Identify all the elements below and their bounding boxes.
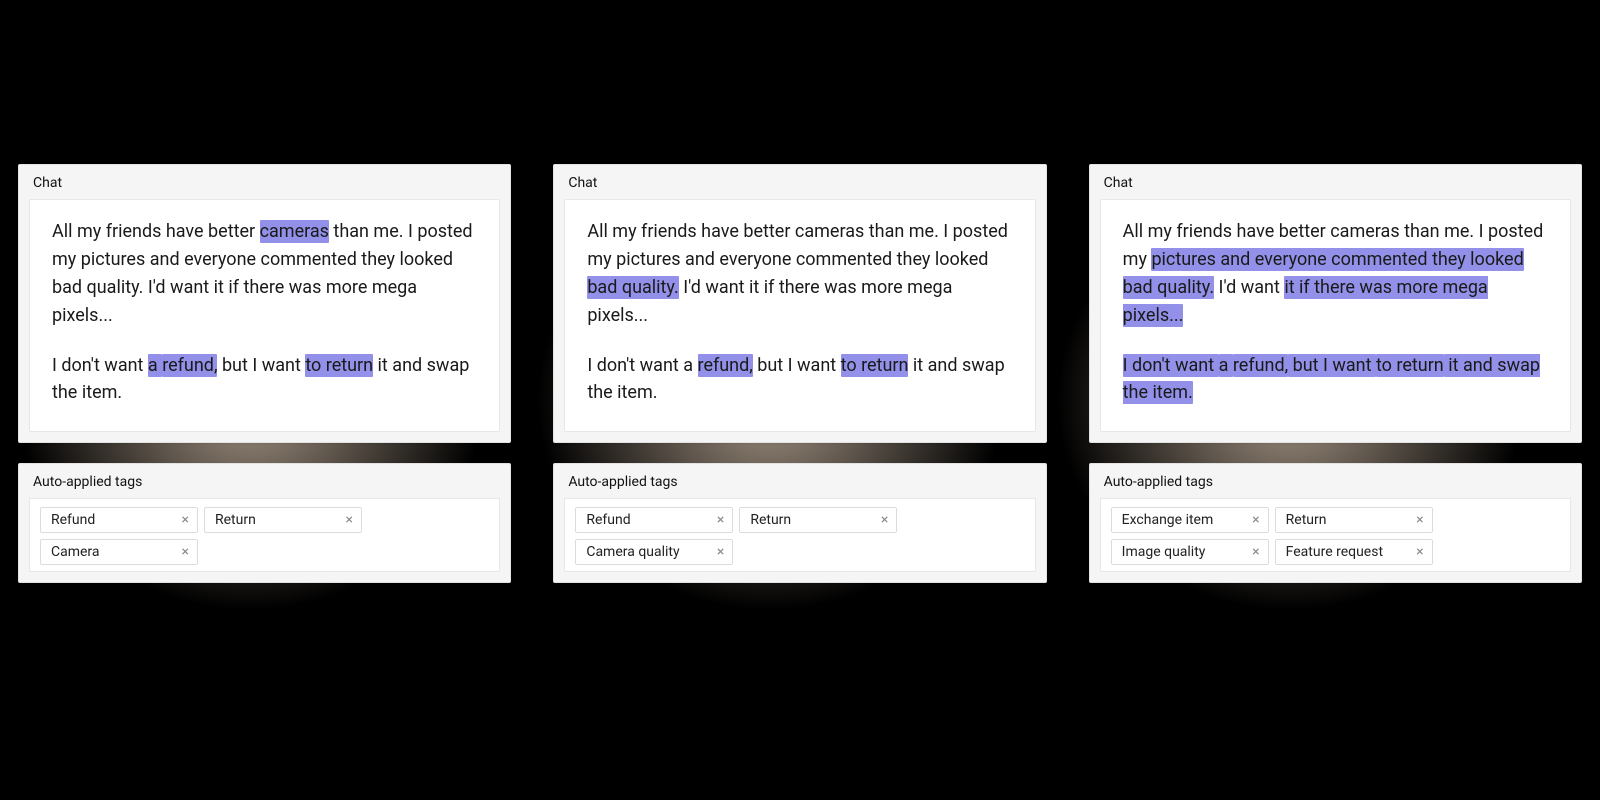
tag-chip[interactable]: Camera × bbox=[40, 539, 198, 565]
close-icon[interactable]: × bbox=[1252, 513, 1259, 527]
close-icon[interactable]: × bbox=[182, 545, 189, 559]
tag-chip[interactable]: Refund × bbox=[40, 507, 198, 533]
chat-text: All my friends have better bbox=[1123, 221, 1331, 242]
tag-label: Camera quality bbox=[586, 544, 679, 560]
tags-card-header: Auto-applied tags bbox=[554, 464, 1045, 498]
chat-card: Chat All my friends have better cameras t… bbox=[18, 164, 511, 443]
chat-text: bad quality. bbox=[52, 277, 143, 298]
chat-card-header: Chat bbox=[1090, 165, 1581, 199]
close-icon[interactable]: × bbox=[1252, 545, 1259, 559]
highlighted-text: to return bbox=[1376, 354, 1444, 377]
tag-label: Camera bbox=[51, 544, 100, 560]
chat-card: Chat All my friends have better cameras t… bbox=[553, 164, 1046, 443]
highlighted-text: refund, bbox=[698, 354, 753, 377]
chat-text: I don't want bbox=[587, 355, 683, 376]
highlighted-text: pictures and everyone commented they loo… bbox=[1151, 248, 1523, 271]
chat-text: cameras bbox=[795, 221, 864, 242]
tags-card: Auto-applied tags Refund × Return × Camera × bbox=[18, 463, 511, 583]
close-icon[interactable]: × bbox=[1416, 545, 1423, 559]
tags-card: Auto-applied tagsExchange item×Return×Im… bbox=[1089, 463, 1582, 583]
tag-label: Image quality bbox=[1122, 544, 1206, 560]
example-column: Chat All my friends have better cameras t… bbox=[18, 164, 511, 583]
highlighted-text: cameras bbox=[260, 220, 329, 243]
highlighted-text: refund, bbox=[162, 354, 217, 377]
close-icon[interactable]: × bbox=[717, 545, 724, 559]
chat-text: but I want bbox=[753, 355, 841, 376]
tags-body: Refund × Return × Camera × bbox=[29, 498, 500, 572]
close-icon[interactable]: × bbox=[182, 513, 189, 527]
tag-label: Feature request bbox=[1286, 544, 1383, 560]
tags-body: Exchange item×Return×Image quality×Featu… bbox=[1100, 498, 1571, 572]
close-icon[interactable]: × bbox=[881, 513, 888, 527]
highlighted-text: I don't want bbox=[1123, 354, 1219, 377]
tag-chip[interactable]: Exchange item × bbox=[1111, 507, 1269, 533]
tags-card: Auto-applied tagsRefund×Return×Camera qu… bbox=[553, 463, 1046, 583]
example-column: Chat All my friends have better cameras t… bbox=[1089, 164, 1582, 583]
chat-text: pictures and everyone commented they loo… bbox=[616, 249, 988, 270]
tag-label: Return bbox=[1286, 512, 1327, 528]
chat-text: I'd want bbox=[143, 277, 213, 298]
example-columns: Chat All my friends have better cameras t… bbox=[18, 164, 1582, 583]
tag-chip[interactable]: Return × bbox=[739, 507, 897, 533]
tag-chip[interactable]: Refund × bbox=[575, 507, 733, 533]
chat-paragraph: All my friends have better cameras than … bbox=[587, 218, 1012, 330]
chat-paragraph: All my friends have better cameras than … bbox=[52, 218, 477, 330]
chat-body: All my friends have better cameras than … bbox=[564, 199, 1035, 432]
highlighted-text: bad quality. bbox=[587, 276, 678, 299]
close-icon[interactable]: × bbox=[717, 513, 724, 527]
chat-text: I'd want bbox=[679, 277, 749, 298]
stage: Chat All my friends have better cameras t… bbox=[0, 0, 1600, 800]
chat-text: All my friends have better bbox=[587, 221, 795, 242]
highlighted-text: a bbox=[148, 354, 162, 377]
chat-card: Chat All my friends have better cameras t… bbox=[1089, 164, 1582, 443]
chat-text: pictures and everyone commented they loo… bbox=[81, 249, 453, 270]
chat-text: I'd want bbox=[1214, 277, 1284, 298]
tag-label: Exchange item bbox=[1122, 512, 1214, 528]
tag-chip[interactable]: Return × bbox=[204, 507, 362, 533]
highlighted-text: but I want bbox=[1288, 354, 1376, 377]
chat-card-header: Chat bbox=[19, 165, 510, 199]
highlighted-text: to return bbox=[305, 354, 373, 377]
chat-body: All my friends have better cameras than … bbox=[29, 199, 500, 432]
tags-body: Refund × Return × Camera quality × bbox=[564, 498, 1035, 572]
close-icon[interactable]: × bbox=[346, 513, 353, 527]
chat-paragraph: All my friends have better cameras than … bbox=[1123, 218, 1548, 330]
tag-label: Refund bbox=[586, 512, 630, 528]
tags-card-header: Auto-applied tags bbox=[19, 464, 510, 498]
tag-label: Return bbox=[750, 512, 791, 528]
close-icon[interactable]: × bbox=[1416, 513, 1423, 527]
chat-paragraph: I don't want a refund, but I want to ret… bbox=[587, 352, 1012, 408]
chat-card-header: Chat bbox=[554, 165, 1045, 199]
highlighted-text: refund, bbox=[1233, 354, 1288, 377]
chat-text: cameras bbox=[1330, 221, 1399, 242]
chat-text: a bbox=[683, 355, 697, 376]
tag-label: Refund bbox=[51, 512, 95, 528]
chat-paragraph: I don't want a refund, but I want to ret… bbox=[1123, 352, 1548, 408]
highlighted-text: bad quality. bbox=[1123, 276, 1214, 299]
highlighted-text: a bbox=[1219, 354, 1233, 377]
tag-label: Return bbox=[215, 512, 256, 528]
example-column: Chat All my friends have better cameras t… bbox=[553, 164, 1046, 583]
tag-chip[interactable]: Image quality × bbox=[1111, 539, 1269, 565]
tag-chip[interactable]: Feature request × bbox=[1275, 539, 1433, 565]
chat-paragraph: I don't want a refund, but I want to ret… bbox=[52, 352, 477, 408]
tag-chip[interactable]: Camera quality × bbox=[575, 539, 733, 565]
tags-card-header: Auto-applied tags bbox=[1090, 464, 1581, 498]
chat-text: I don't want bbox=[52, 355, 148, 376]
chat-text: but I want bbox=[217, 355, 305, 376]
chat-text: All my friends have better bbox=[52, 221, 260, 242]
tag-chip[interactable]: Return × bbox=[1275, 507, 1433, 533]
highlighted-text: to return bbox=[841, 354, 909, 377]
chat-body: All my friends have better cameras than … bbox=[1100, 199, 1571, 432]
